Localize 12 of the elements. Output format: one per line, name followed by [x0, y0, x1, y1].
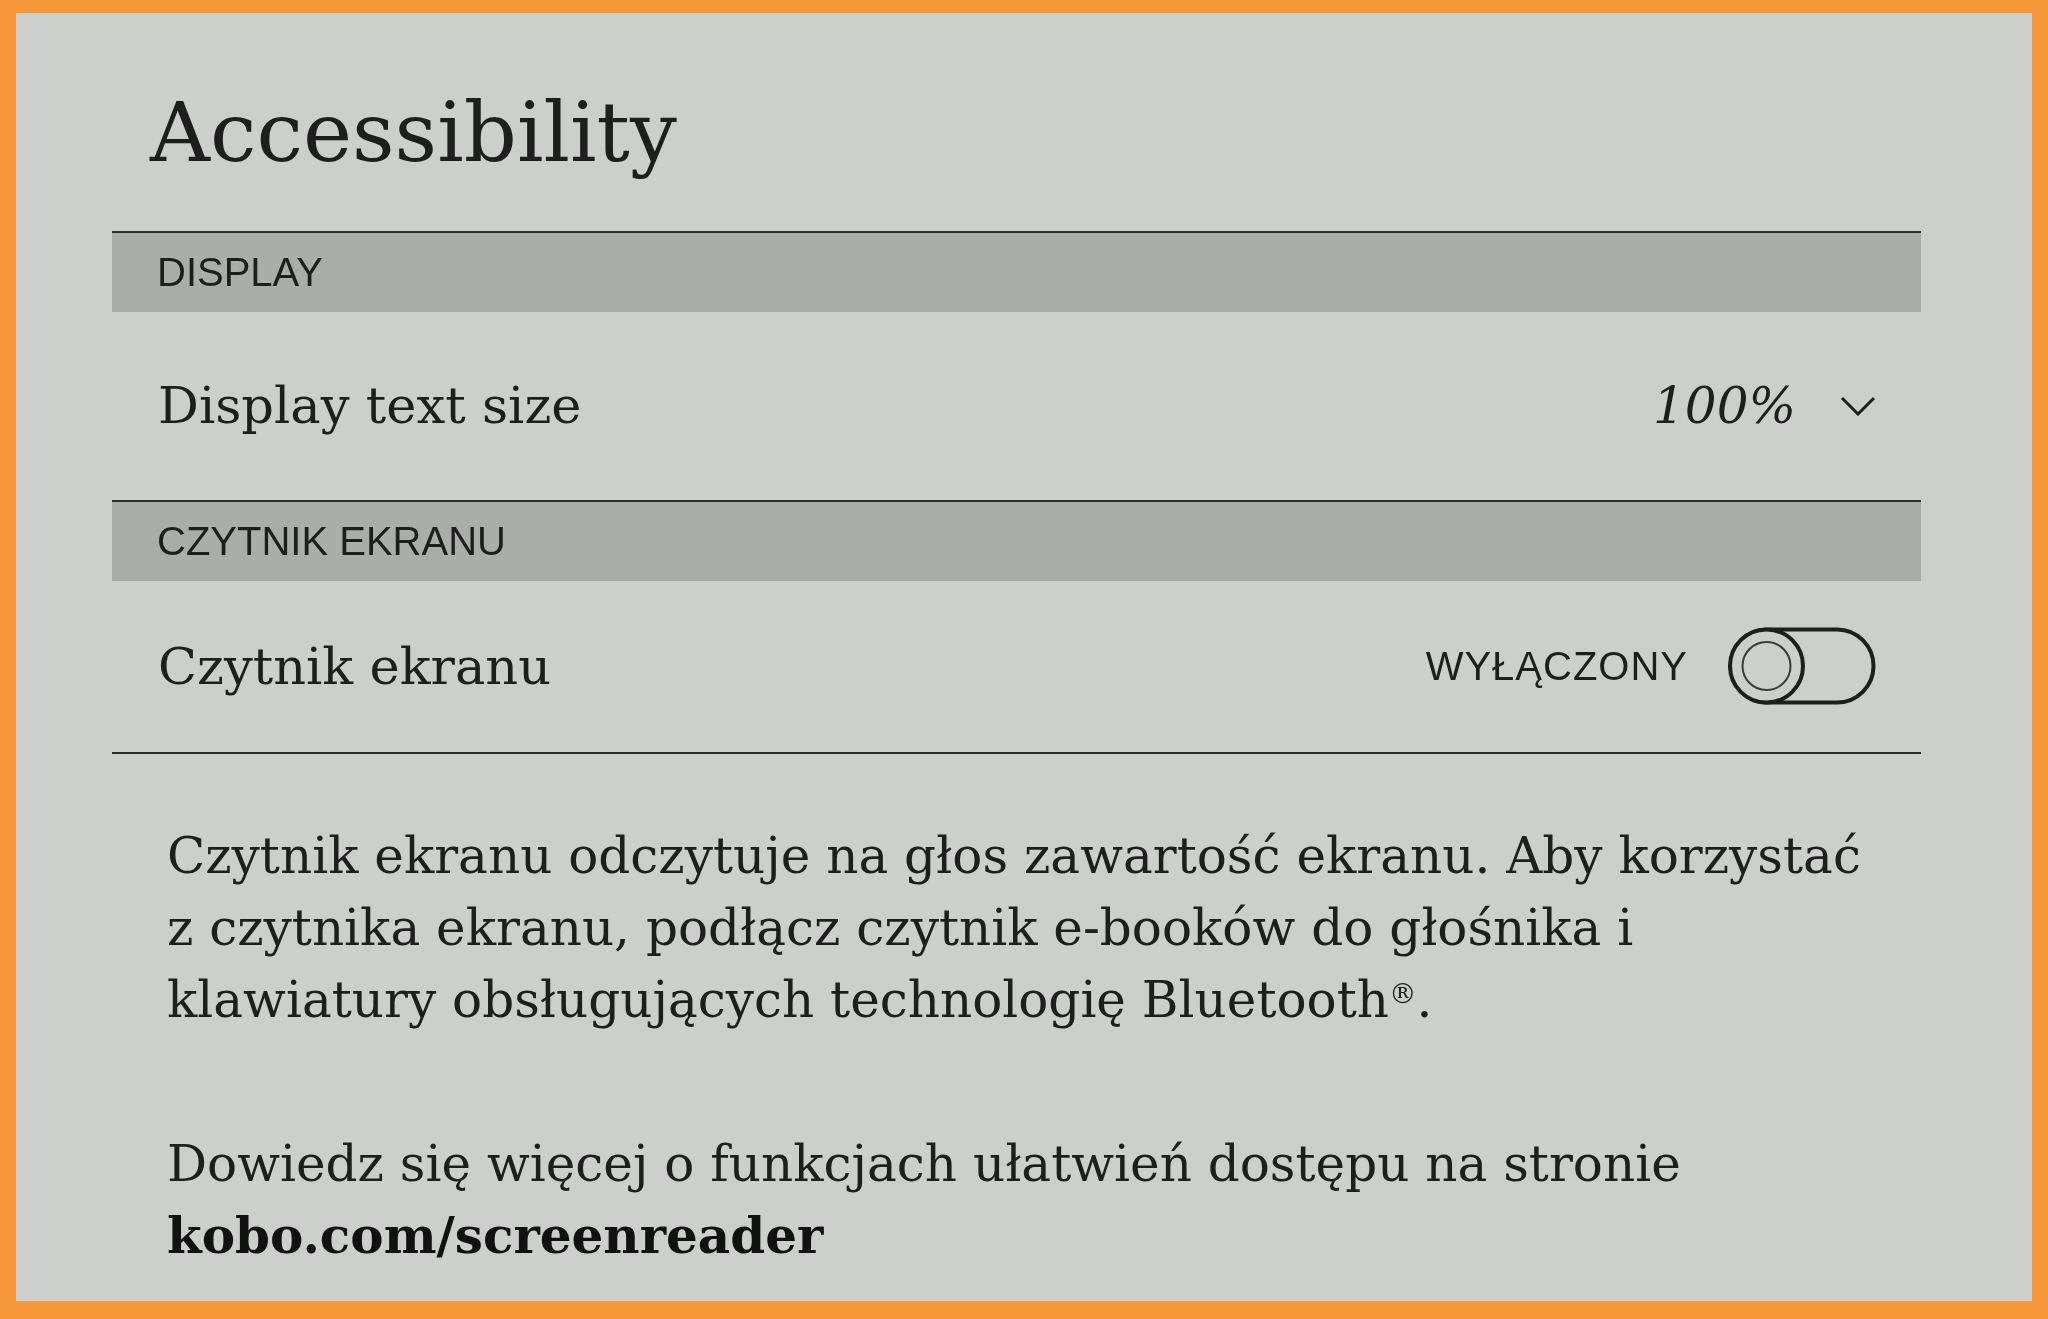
chevron-down-icon [1840, 395, 1876, 416]
text-size-dropdown[interactable]: 100% [1653, 375, 1876, 436]
screenreader-link[interactable]: kobo.com/screenreader [167, 1205, 824, 1265]
setting-label: Display text size [158, 375, 582, 437]
toggle-state-label: WYŁĄCZONY [1425, 643, 1688, 691]
section-header: CZYTNIK EKRANU [112, 499, 1921, 581]
description-text: Czytnik ekranu odczytuje na głos zawartość ekranu. Aby korzystać z czytnika ekranu, podłącz czytnik e-booków do głośnika i klawiatury obsługujących technologię Bluetooth$^{®}$. [166, 825, 1862, 1031]
setting-label: Czytnik ekranu [158, 635, 552, 697]
section-header: DISPLAY [112, 230, 1921, 312]
toggle-switch[interactable] [1728, 627, 1876, 706]
page-title: Accessibility [150, 84, 677, 181]
more-info-text: Dowiedz się więcej o funkcjach ułatwień dostępu na stronie kobo.com/screenreader [166, 1133, 1682, 1267]
